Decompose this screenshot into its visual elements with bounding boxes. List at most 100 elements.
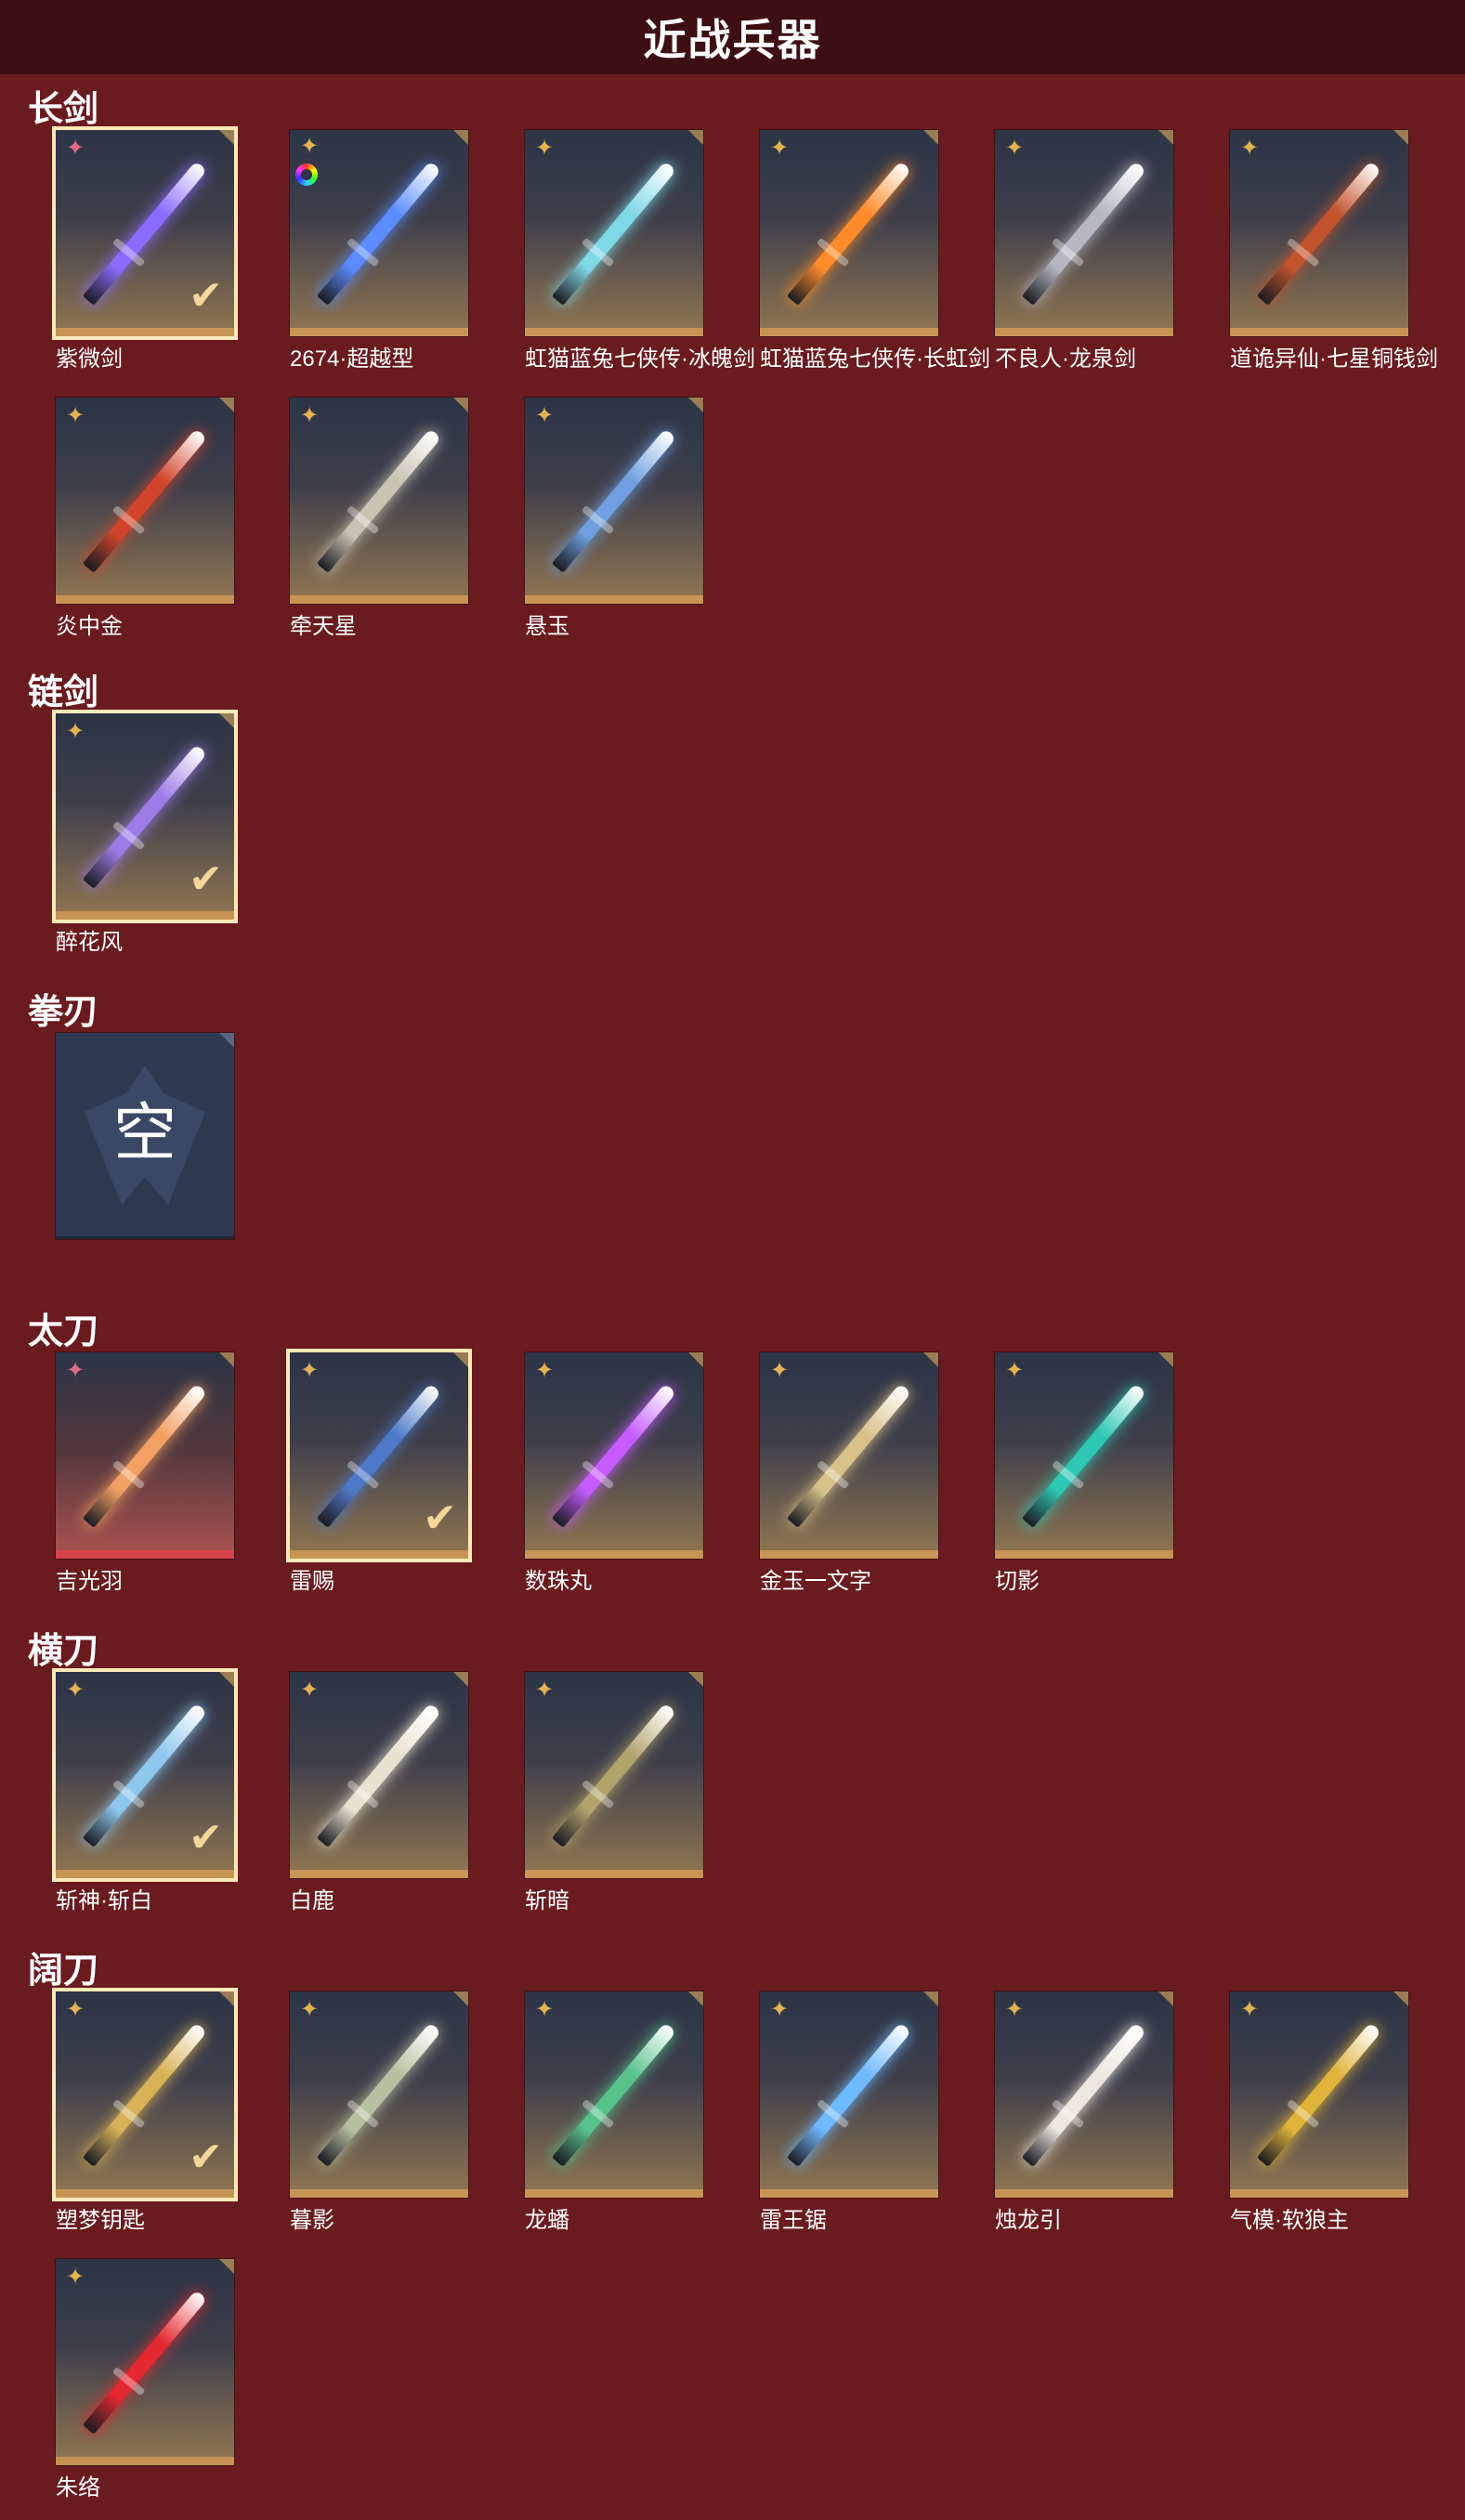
weapon-card[interactable]: ✦ ✔: [52, 710, 238, 923]
corner-tag-icon: [219, 130, 234, 145]
weapon-image: [1021, 160, 1147, 306]
corner-tag-icon: [219, 1033, 234, 1048]
rarity-star-icon: ✦: [65, 719, 85, 744]
weapon-image: [551, 1382, 677, 1528]
weapon-card[interactable]: ✦: [525, 130, 703, 336]
empty-weapon-slot[interactable]: 空: [56, 1033, 234, 1239]
corner-tag-icon: [688, 1352, 703, 1367]
corner-tag-icon: [453, 1991, 468, 2006]
equipped-check-icon: ✔: [189, 856, 223, 902]
corner-tag-icon: [453, 130, 468, 145]
rarity-star-icon: ✦: [769, 136, 790, 161]
weapon-card[interactable]: ✦: [760, 1352, 938, 1559]
rarity-star-icon: ✦: [65, 1997, 85, 2022]
weapon-card[interactable]: ✦ ✔: [52, 1988, 238, 2201]
weapon-name: 雷赐: [290, 1569, 334, 1594]
weapon-card[interactable]: ✦ ✔: [286, 1349, 472, 1562]
weapon-name: 切影: [995, 1569, 1040, 1594]
corner-tag-icon: [219, 1352, 234, 1367]
corner-tag-icon: [219, 1672, 234, 1687]
weapon-image: [1021, 1382, 1147, 1528]
corner-tag-icon: [219, 713, 234, 728]
rarity-star-icon: ✦: [1004, 1358, 1025, 1383]
weapon-card[interactable]: ✦: [56, 398, 234, 604]
weapon-image: [82, 1382, 208, 1528]
section-title: 长剑: [28, 90, 99, 129]
weapon-card[interactable]: ✦: [56, 2259, 234, 2465]
rarity-star-icon: ✦: [65, 403, 85, 428]
weapon-card[interactable]: ✦: [760, 130, 938, 336]
empty-slot-text: 空: [112, 1097, 177, 1170]
weapon-name: 2674·超越型: [290, 346, 414, 372]
corner-tag-icon: [1393, 1991, 1408, 2006]
corner-tag-icon: [1158, 1991, 1173, 2006]
pink-rarity-icon: ✦: [65, 1358, 85, 1383]
weapon-card[interactable]: ✦: [995, 1352, 1173, 1559]
weapon-card[interactable]: ✦: [1230, 130, 1408, 336]
rarity-star-icon: ✦: [65, 2265, 85, 2290]
weapon-image: [786, 2021, 912, 2167]
weapon-image: [786, 160, 912, 306]
corner-tag-icon: [1393, 130, 1408, 145]
weapon-card[interactable]: ✦: [525, 398, 703, 604]
rarity-star-icon: ✦: [1239, 1997, 1260, 2022]
rarity-star-icon: ✦: [534, 1678, 555, 1703]
weapon-name: 斩神·斩白: [56, 1888, 152, 1913]
weapon-card[interactable]: ✦: [290, 130, 468, 336]
weapon-card[interactable]: ✦: [525, 1672, 703, 1878]
corner-tag-icon: [688, 130, 703, 145]
weapon-card[interactable]: ✦: [290, 1672, 468, 1878]
corner-tag-icon: [688, 398, 703, 412]
weapon-name: 炎中金: [56, 614, 123, 639]
weapon-card[interactable]: ✦: [1230, 1991, 1408, 2198]
corner-tag-icon: [688, 1991, 703, 2006]
corner-tag-icon: [923, 130, 938, 145]
weapon-card[interactable]: ✦: [760, 1991, 938, 2198]
weapon-image: [551, 2021, 677, 2167]
weapon-name: 牵天星: [290, 614, 357, 639]
weapon-name: 塑梦钥匙: [56, 2208, 145, 2233]
weapon-card[interactable]: ✦ ✔: [52, 126, 238, 340]
weapon-card[interactable]: ✦: [525, 1991, 703, 2198]
rarity-star-icon: ✦: [299, 134, 320, 159]
weapon-name: 道诡异仙·七星铜钱剑: [1230, 346, 1438, 372]
corner-tag-icon: [219, 2259, 234, 2274]
weapon-card[interactable]: ✦: [56, 1352, 234, 1559]
weapon-name: 紫微剑: [56, 346, 123, 372]
pink-rarity-icon: ✦: [65, 136, 85, 161]
weapon-name: 白鹿: [290, 1888, 334, 1913]
corner-tag-icon: [453, 1352, 468, 1367]
weapon-image: [316, 2021, 442, 2167]
weapon-image: [786, 1382, 912, 1528]
section-title: 阔刀: [28, 1952, 99, 1991]
weapon-image: [1256, 160, 1382, 306]
weapon-name: 不良人·龙泉剑: [995, 346, 1136, 372]
equipped-check-icon: ✔: [189, 2135, 223, 2180]
weapon-name: 朱络: [56, 2475, 100, 2500]
weapon-card[interactable]: ✦: [995, 1991, 1173, 2198]
weapon-image: [316, 160, 442, 306]
corner-tag-icon: [219, 398, 234, 412]
rarity-star-icon: ✦: [1239, 136, 1260, 161]
rarity-star-icon: ✦: [299, 1997, 320, 2022]
rarity-star-icon: ✦: [769, 1358, 790, 1383]
rarity-star-icon: ✦: [769, 1997, 790, 2022]
equipped-check-icon: ✔: [189, 1815, 223, 1861]
weapon-image: [551, 160, 677, 306]
weapon-image: [82, 427, 208, 573]
rarity-star-icon: ✦: [534, 403, 555, 428]
rarity-star-icon: ✦: [534, 1997, 555, 2022]
weapon-name: 斩暗: [525, 1888, 569, 1913]
section-title: 横刀: [28, 1632, 99, 1671]
weapon-card[interactable]: ✦: [525, 1352, 703, 1559]
weapon-card[interactable]: ✦: [290, 1991, 468, 2198]
rarity-star-icon: ✦: [1004, 136, 1025, 161]
page-header: 近战兵器: [0, 0, 1465, 74]
corner-tag-icon: [688, 1672, 703, 1687]
weapon-name: 数珠丸: [525, 1569, 592, 1594]
weapon-card[interactable]: ✦: [995, 130, 1173, 336]
weapon-image: [551, 1702, 677, 1848]
rainbow-rarity-icon: [295, 163, 318, 186]
weapon-card[interactable]: ✦: [290, 398, 468, 604]
weapon-card[interactable]: ✦ ✔: [52, 1668, 238, 1882]
